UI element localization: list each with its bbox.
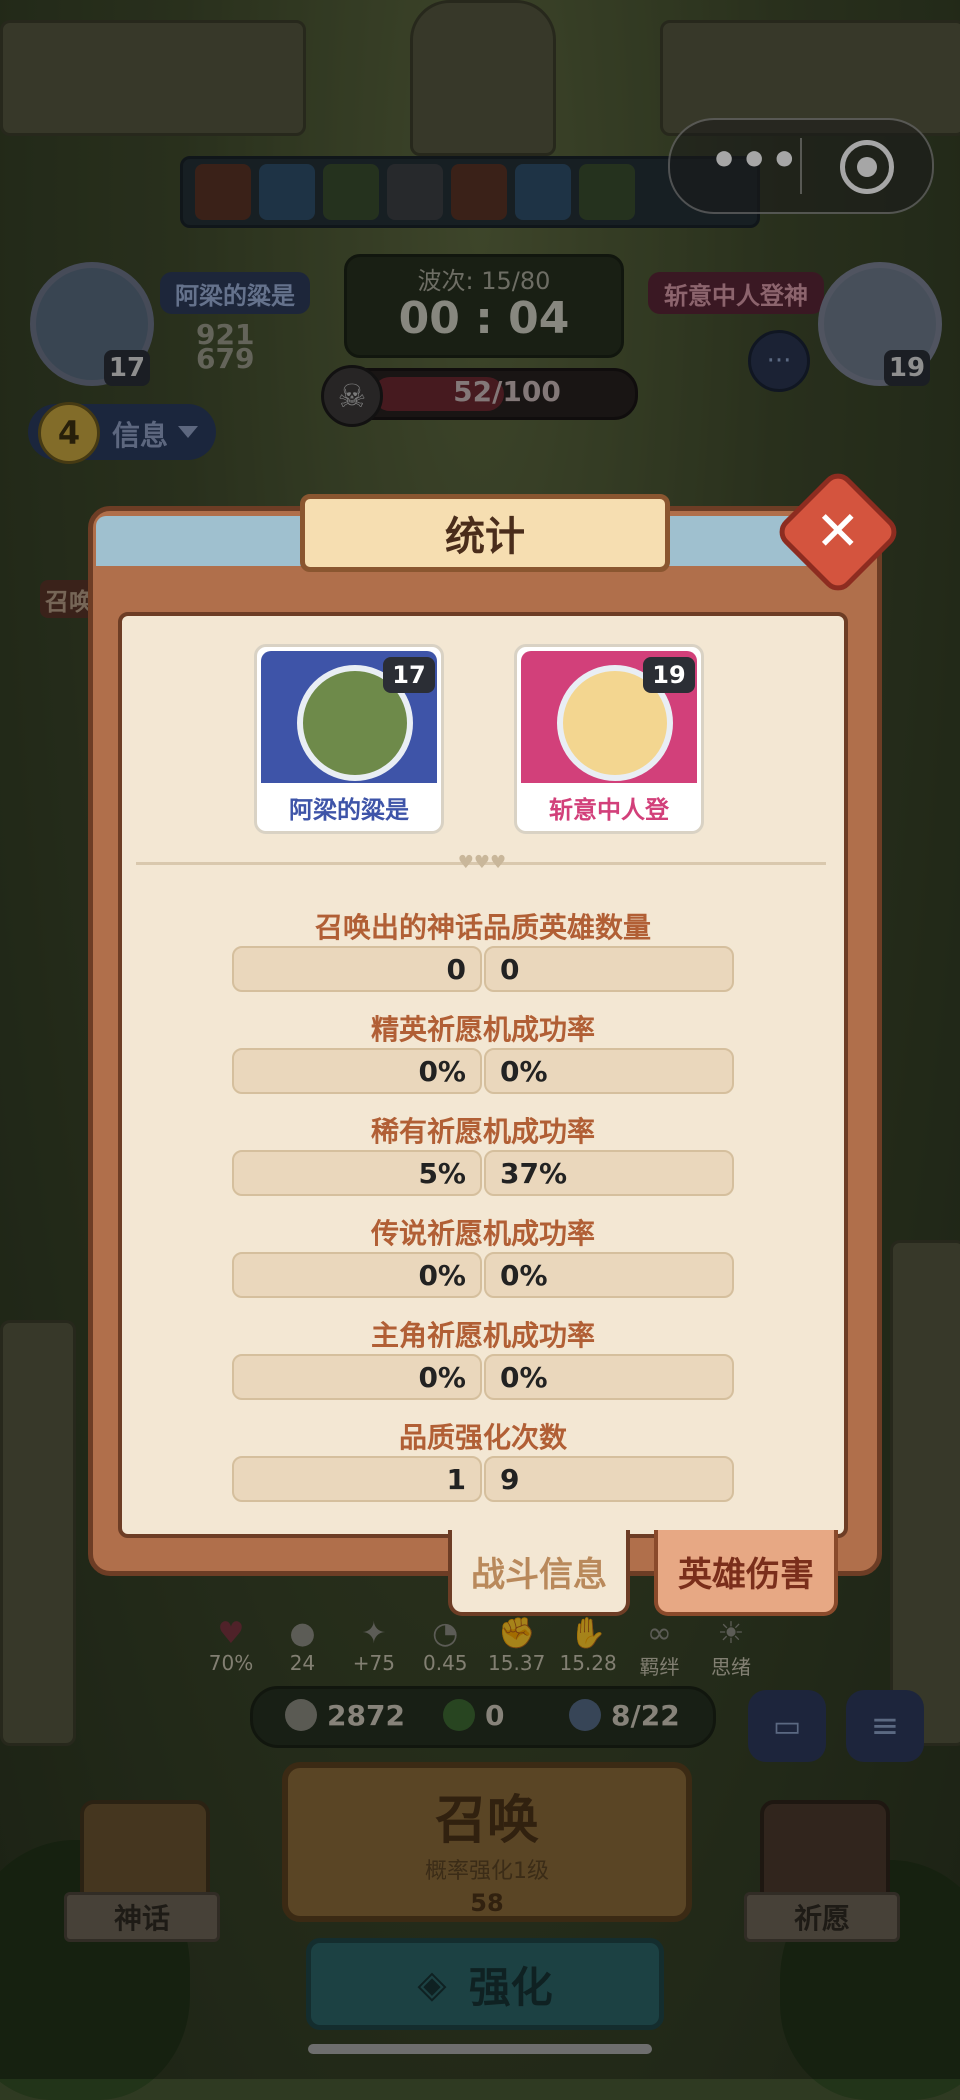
stat-row-upgrade: 1 9 — [232, 1456, 734, 1502]
stat-row-rare: 5% 37% — [232, 1150, 734, 1196]
tab-battle-info[interactable]: 战斗信息 — [448, 1530, 630, 1616]
stat-label-mythic: 召唤出的神话品质英雄数量 — [314, 911, 651, 944]
stat-row-mythic: 0 0 — [232, 946, 734, 992]
stat-row-elite: 0% 0% — [232, 1048, 734, 1094]
stat-left-value: 0% — [232, 1252, 482, 1298]
stat-label-rare: 稀有祈愿机成功率 — [370, 1115, 595, 1148]
stat-right-value: 0% — [484, 1252, 734, 1298]
stats-panel: 17 阿梁的粱是 19 斩意中人登 ♥♥♥ 召唤出的神话品质英雄数量 0 0 精… — [118, 612, 848, 1538]
stat-label-hero: 主角祈愿机成功率 — [370, 1319, 595, 1352]
stat-row-legend: 0% 0% — [232, 1252, 734, 1298]
stat-left-value: 0% — [232, 1048, 482, 1094]
player-card-right[interactable]: 19 斩意中人登 — [514, 644, 704, 834]
level-badge: 19 — [643, 657, 695, 693]
stat-left-value: 0 — [232, 946, 482, 992]
player-name: 阿梁的粱是 — [289, 795, 409, 824]
player-card-left[interactable]: 17 阿梁的粱是 — [254, 644, 444, 834]
stat-right-value: 0% — [484, 1354, 734, 1400]
stat-right-value: 0 — [484, 946, 734, 992]
close-icon: ✕ — [815, 500, 861, 563]
player-name: 斩意中人登 — [549, 795, 669, 824]
level-badge: 17 — [383, 657, 435, 693]
divider-ornament: ♥♥♥ — [457, 852, 507, 873]
stat-right-value: 0% — [484, 1048, 734, 1094]
stat-row-hero: 0% 0% — [232, 1354, 734, 1400]
stat-left-value: 5% — [232, 1150, 482, 1196]
stat-right-value: 37% — [484, 1150, 734, 1196]
stat-left-value: 0% — [232, 1354, 482, 1400]
stat-label-upgrade: 品质强化次数 — [398, 1421, 567, 1454]
modal-title: 统计 — [300, 494, 670, 572]
stat-label-elite: 精英祈愿机成功率 — [370, 1013, 595, 1046]
stat-right-value: 9 — [484, 1456, 734, 1502]
stat-left-value: 1 — [232, 1456, 482, 1502]
stat-label-legend: 传说祈愿机成功率 — [370, 1217, 595, 1250]
tab-hero-damage[interactable]: 英雄伤害 — [654, 1530, 838, 1616]
